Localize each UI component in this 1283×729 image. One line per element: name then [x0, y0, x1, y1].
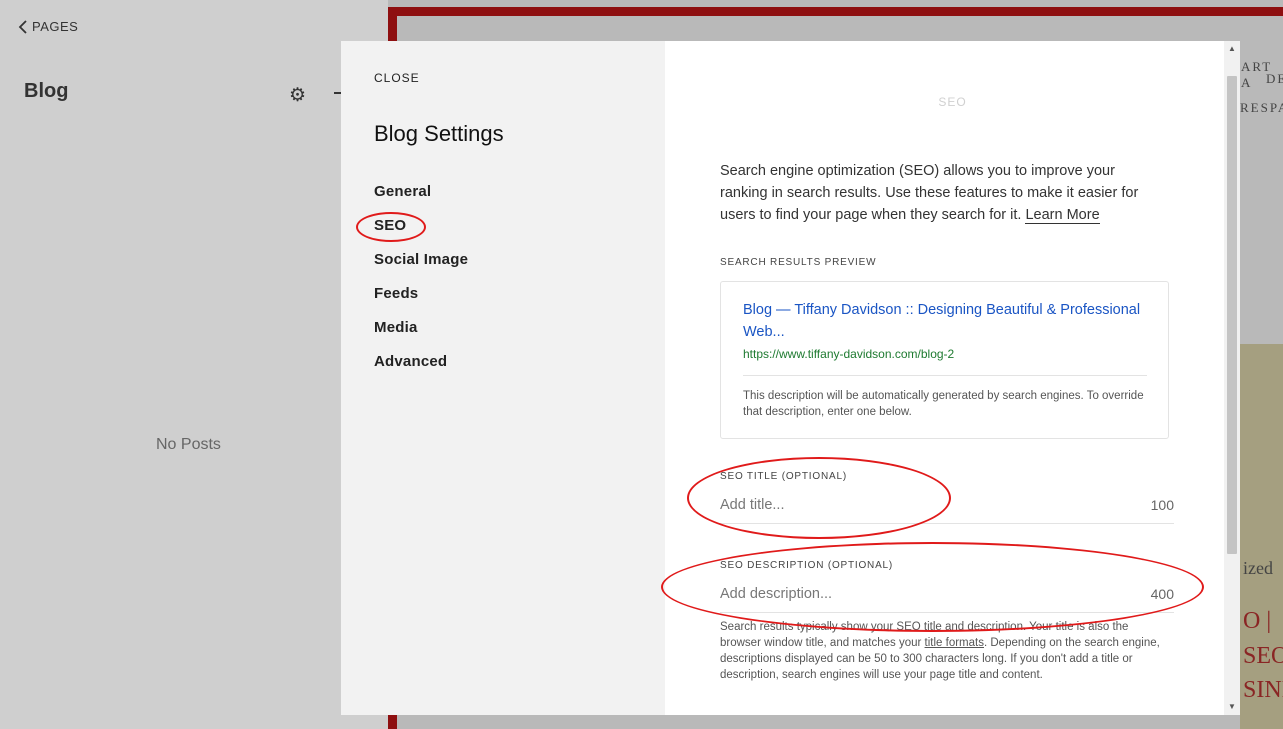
nav-item-seo[interactable]: SEO — [374, 217, 468, 251]
nav-item-social-image[interactable]: Social Image — [374, 251, 468, 285]
site-body-text: O | — [1243, 608, 1272, 634]
seo-panel: SEO Search engine optimization (SEO) all… — [665, 41, 1240, 715]
seo-title-char-count: 100 — [1150, 496, 1174, 513]
gear-icon[interactable]: ⚙ — [289, 84, 306, 107]
site-header-text: RESPA — [1240, 100, 1283, 115]
pages-back-label: PAGES — [32, 19, 79, 34]
seo-intro: Search engine optimization (SEO) allows … — [720, 160, 1160, 226]
site-header-text: DE — [1266, 71, 1283, 86]
preview-description: This description will be automatically g… — [743, 390, 1144, 418]
seo-description-field: 400 — [720, 575, 1174, 613]
preview-url: https://www.tiffany-davidson.com/blog-2 — [743, 347, 955, 361]
learn-more-link[interactable]: Learn More — [1025, 207, 1100, 224]
editor-panel — [0, 0, 388, 729]
nav-item-advanced[interactable]: Advanced — [374, 353, 468, 387]
empty-state-text: No Posts — [156, 436, 221, 453]
search-results-preview: Blog — Tiffany Davidson :: Designing Bea… — [720, 281, 1169, 439]
section-heading: SEO — [938, 95, 967, 109]
blog-settings-modal: CLOSE Blog Settings General SEO Social I… — [341, 41, 1240, 715]
close-button[interactable]: CLOSE — [374, 71, 420, 85]
title-formats-link[interactable]: title formats — [925, 637, 984, 649]
seo-title-label: SEO TITLE (OPTIONAL) — [720, 471, 847, 482]
preview-title: Blog — Tiffany Davidson :: Designing Bea… — [743, 302, 1141, 340]
divider — [743, 375, 1147, 376]
nav-item-media[interactable]: Media — [374, 319, 468, 353]
settings-sidebar: CLOSE Blog Settings General SEO Social I… — [341, 41, 665, 715]
seo-title-field: 100 — [720, 486, 1174, 524]
seo-description-char-count: 400 — [1150, 585, 1174, 602]
site-section-tan — [1240, 344, 1283, 729]
pages-back-link[interactable]: PAGES — [18, 19, 78, 34]
seo-help-text: Search results typically show your SEO t… — [720, 619, 1170, 683]
site-body-text: SINI — [1243, 677, 1283, 703]
panel-title: Blog — [24, 80, 69, 102]
scroll-down-icon[interactable]: ▼ — [1224, 702, 1240, 711]
seo-description-input[interactable] — [720, 585, 1100, 602]
nav-item-feeds[interactable]: Feeds — [374, 285, 468, 319]
scroll-up-icon[interactable]: ▲ — [1224, 44, 1240, 53]
chevron-left-icon — [18, 19, 27, 34]
nav-item-general[interactable]: General — [374, 183, 468, 217]
seo-description-label: SEO DESCRIPTION (OPTIONAL) — [720, 560, 894, 571]
modal-scrollbar[interactable]: ▲ ▼ — [1224, 41, 1240, 715]
scrollbar-thumb[interactable] — [1227, 76, 1237, 554]
search-preview-label: SEARCH RESULTS PREVIEW — [720, 257, 877, 268]
site-body-text: SEO — [1243, 643, 1283, 669]
modal-title: Blog Settings — [374, 121, 504, 146]
site-body-text: ized — [1243, 558, 1273, 578]
seo-title-input[interactable] — [720, 496, 1100, 513]
settings-nav: General SEO Social Image Feeds Media Adv… — [374, 183, 468, 387]
